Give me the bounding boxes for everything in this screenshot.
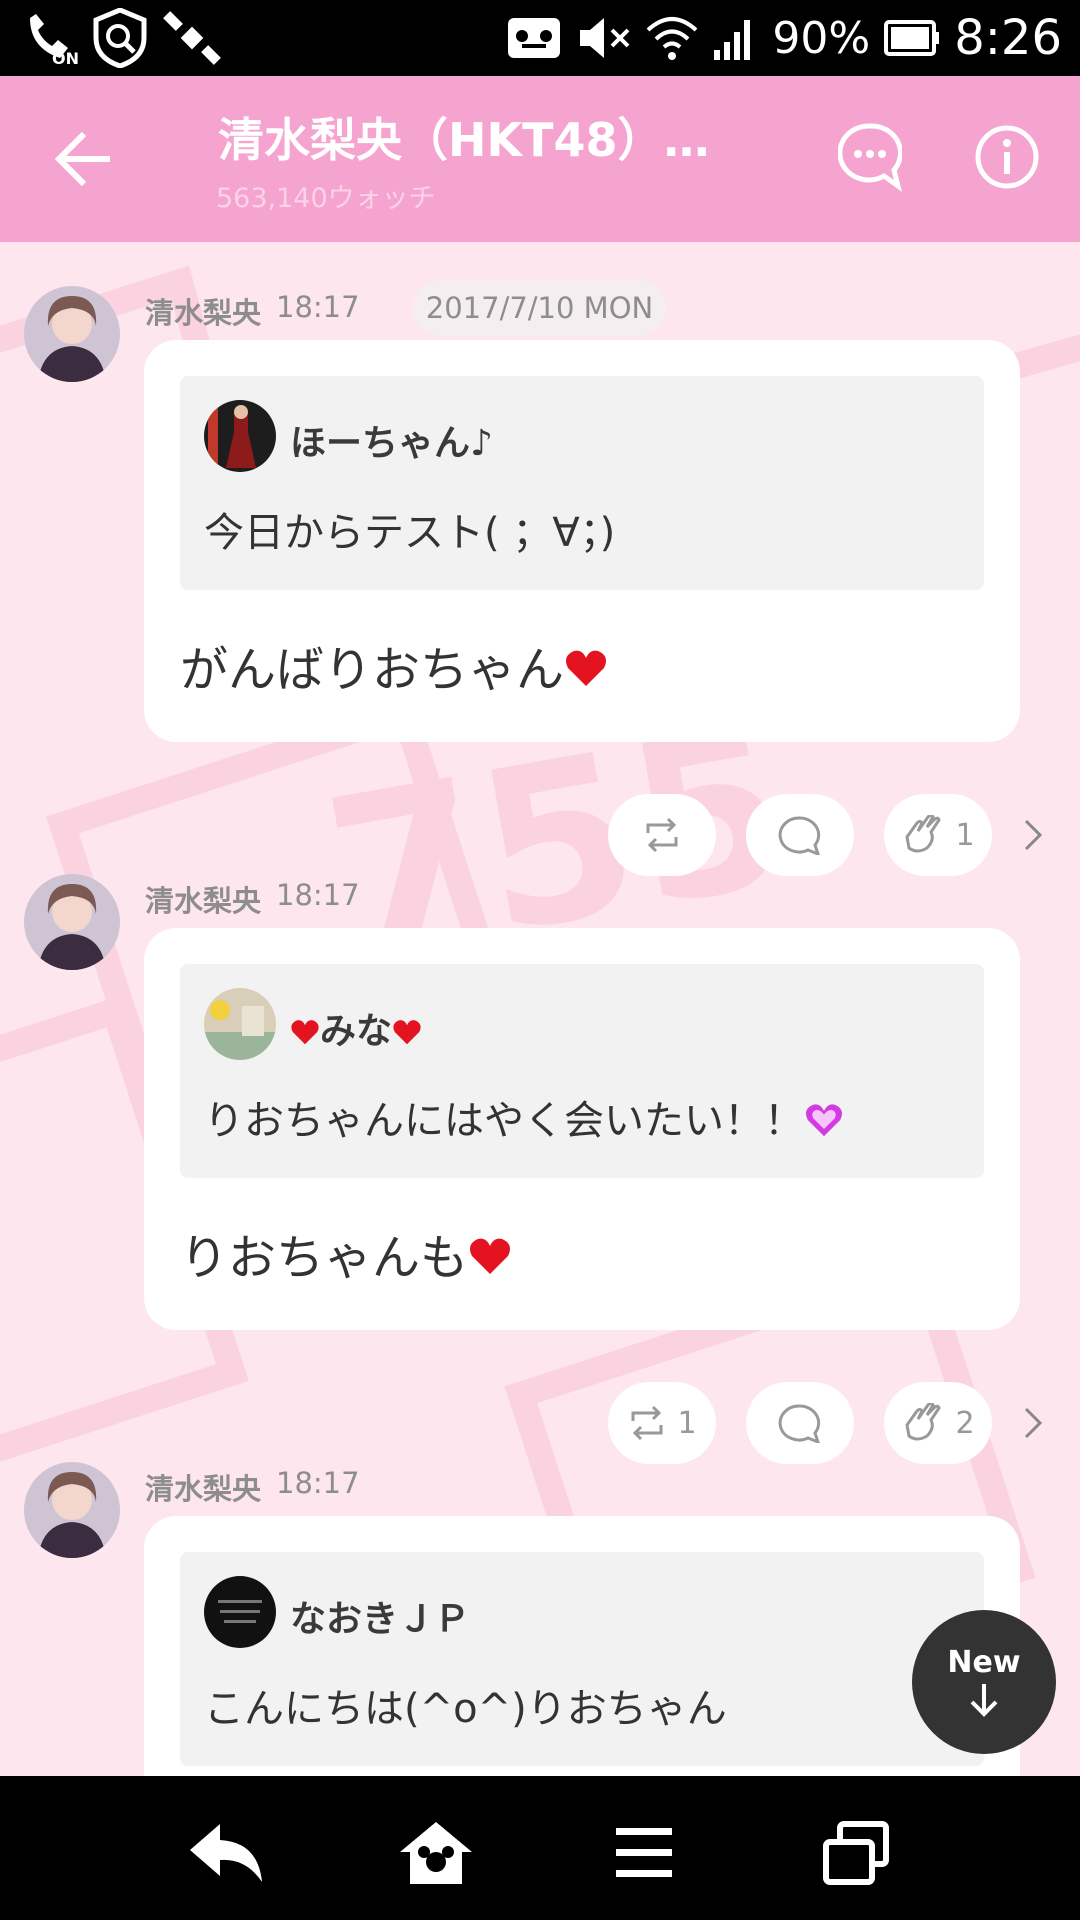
chevron-right-icon[interactable] (1018, 815, 1048, 855)
reply-icon[interactable] (186, 1818, 266, 1888)
message-timeline[interactable]: 755 清水梨央 18:17 2017/7/10 MON ほーちゃん♪ 今日から… (0, 242, 1080, 1776)
post-time: 18:17 (276, 878, 360, 912)
quoted-comment[interactable]: なおきＪＰ こんにちは(^o^)りおちゃん (180, 1552, 984, 1766)
author-name: 清水梨央 (145, 884, 262, 918)
message-text: りおちゃんも (180, 1218, 512, 1288)
menu-icon[interactable] (604, 1818, 684, 1888)
bottom-navigation (0, 1776, 1080, 1920)
message-card[interactable]: なおきＪＰ こんにちは(^o^)りおちゃん (144, 1516, 1020, 1776)
info-icon[interactable] (974, 124, 1040, 190)
commenter-avatar (204, 988, 276, 1060)
clap-icon (905, 815, 942, 853)
avatar-image (24, 1462, 120, 1558)
message-text: がんばりおちゃん (180, 630, 608, 700)
post-time: 18:17 (276, 1466, 360, 1500)
purple-heart-icon (806, 1104, 842, 1137)
avatar-image (24, 874, 120, 970)
retweet-icon (646, 817, 678, 853)
back-arrow-icon[interactable] (50, 124, 120, 194)
battery-icon (884, 20, 940, 56)
satellite-icon (163, 11, 221, 65)
mute-icon (580, 18, 630, 58)
retweet-button[interactable]: 1 (608, 1382, 716, 1464)
arrow-down-icon (970, 1683, 998, 1717)
quoted-comment[interactable]: みな りおちゃんにはやく会いたい！！ (180, 964, 984, 1178)
signal-icon (714, 20, 751, 60)
post-time: 18:17 (276, 290, 360, 324)
app-header: 清水梨央（HKT48）… 563,140ウォッチ (0, 76, 1080, 242)
heart-icon (393, 1020, 421, 1045)
wifi-icon (647, 17, 698, 60)
new-label: New (947, 1644, 1021, 1680)
new-messages-button[interactable]: New (912, 1610, 1056, 1754)
watch-count: 563,140ウォッチ (216, 183, 436, 214)
avatar-image (24, 286, 120, 382)
heart-icon (566, 650, 607, 686)
battery-percent: 90% (772, 12, 871, 64)
clap-button[interactable]: 1 (884, 794, 992, 876)
comment-button[interactable] (746, 1382, 854, 1464)
author-name: 清水梨央 (145, 1472, 262, 1506)
message-card[interactable]: ほーちゃん♪ 今日からテスト( ；∀；) がんばりおちゃん (144, 340, 1020, 742)
quoted-text: 今日からテスト( ；∀；) (204, 510, 616, 556)
retweet-count: 1 (677, 1405, 697, 1441)
page-title[interactable]: 清水梨央（HKT48）… (218, 104, 710, 170)
clap-count: 2 (955, 1405, 975, 1441)
message-card[interactable]: みな りおちゃんにはやく会いたい！！ りおちゃんも (144, 928, 1020, 1330)
quoted-text: りおちゃんにはやく会いたい！！ (204, 1088, 844, 1146)
clap-icon (905, 1403, 942, 1441)
commenter-name: ほーちゃん♪ (290, 423, 493, 464)
windows-icon[interactable] (816, 1818, 896, 1888)
clap-count: 1 (955, 817, 975, 853)
svg-text:ON: ON (52, 49, 78, 66)
quoted-text: こんにちは(^o^)りおちゃん (204, 1686, 727, 1732)
commenter-avatar (204, 400, 276, 472)
heart-icon (470, 1238, 511, 1274)
call-on-icon: ON (30, 14, 78, 66)
voicemail-icon (508, 18, 561, 58)
app-screen: ON 90% 8:26 清水梨央（HKT48）… 563,140ウォッチ 755… (0, 0, 1080, 1920)
chat-bubble-icon[interactable] (838, 122, 902, 192)
commenter-name: みな (290, 1002, 422, 1054)
author-name: 清水梨央 (145, 296, 262, 330)
commenter-name: なおきＪＰ (290, 1599, 471, 1640)
clock: 8:26 (954, 10, 1062, 66)
comment-icon (778, 816, 821, 855)
shield-search-icon (93, 8, 147, 68)
chevron-right-icon[interactable] (1018, 1403, 1048, 1443)
retweet-icon (631, 1405, 663, 1441)
heart-icon (291, 1020, 319, 1045)
home-icon[interactable] (396, 1818, 476, 1888)
quoted-comment[interactable]: ほーちゃん♪ 今日からテスト( ；∀；) (180, 376, 984, 590)
comment-button[interactable] (746, 794, 854, 876)
author-avatar[interactable] (24, 874, 120, 970)
comment-icon (778, 1404, 821, 1443)
retweet-button[interactable] (608, 794, 716, 876)
commenter-avatar (204, 1576, 276, 1648)
author-avatar[interactable] (24, 286, 120, 382)
clap-button[interactable]: 2 (884, 1382, 992, 1464)
author-avatar[interactable] (24, 1462, 120, 1558)
date-separator: 2017/7/10 MON (413, 280, 666, 336)
status-bar: ON 90% 8:26 (0, 0, 1080, 76)
